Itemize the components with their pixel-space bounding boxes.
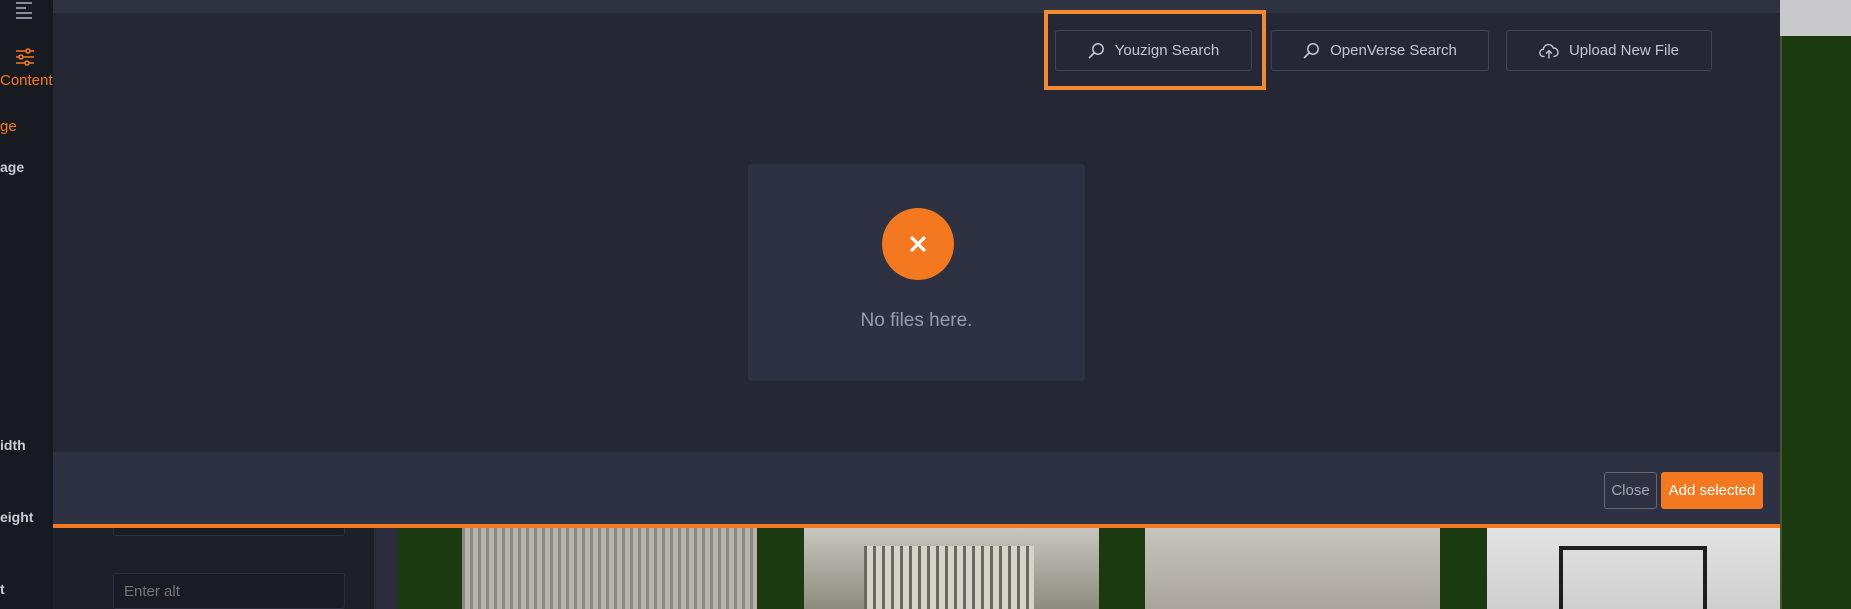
youzign-search-label: Youzign Search: [1114, 42, 1220, 59]
alt-input[interactable]: [113, 573, 345, 609]
add-selected-button[interactable]: Add selected: [1661, 472, 1763, 509]
tab-content[interactable]: Content: [0, 72, 53, 89]
field-label-alt: t: [0, 581, 5, 597]
section-title: ge: [0, 118, 17, 135]
upload-new-file-label: Upload New File: [1568, 42, 1680, 59]
openverse-search-label: OpenVerse Search: [1330, 42, 1457, 59]
openverse-search-button[interactable]: OpenVerse Search: [1271, 30, 1489, 71]
close-icon: [910, 236, 926, 252]
empty-state-badge: [882, 208, 954, 280]
close-button[interactable]: Close: [1604, 472, 1657, 509]
menu-icon[interactable]: [16, 2, 32, 20]
empty-state-card: No files here.: [748, 164, 1085, 381]
modal-top-bar: [53, 0, 1780, 13]
media-library-modal: Youzign Search OpenVerse Search Upload N…: [53, 0, 1780, 528]
app-stage: Content ge age idth eight t Youzign Sear…: [0, 0, 1851, 609]
canvas-top-strip: [1780, 0, 1851, 36]
search-icon: [1088, 43, 1104, 59]
field-label-height: eight: [0, 509, 34, 525]
gallery-image[interactable]: [462, 528, 757, 609]
gallery-image[interactable]: [1487, 528, 1780, 609]
youzign-search-button[interactable]: Youzign Search: [1055, 30, 1252, 71]
modal-footer: Close Add selected: [53, 452, 1780, 524]
upload-new-file-button[interactable]: Upload New File: [1506, 30, 1712, 71]
search-icon: [1303, 43, 1320, 59]
sliders-icon: [16, 48, 34, 66]
canvas-green-section: [1780, 36, 1851, 609]
field-label-image: age: [0, 159, 25, 175]
gallery-image[interactable]: [1145, 528, 1440, 609]
cloud-upload-icon: [1539, 43, 1559, 59]
empty-state-message: No files here.: [860, 310, 973, 331]
gallery-image[interactable]: [804, 528, 1099, 609]
field-label-width: idth: [0, 437, 26, 453]
